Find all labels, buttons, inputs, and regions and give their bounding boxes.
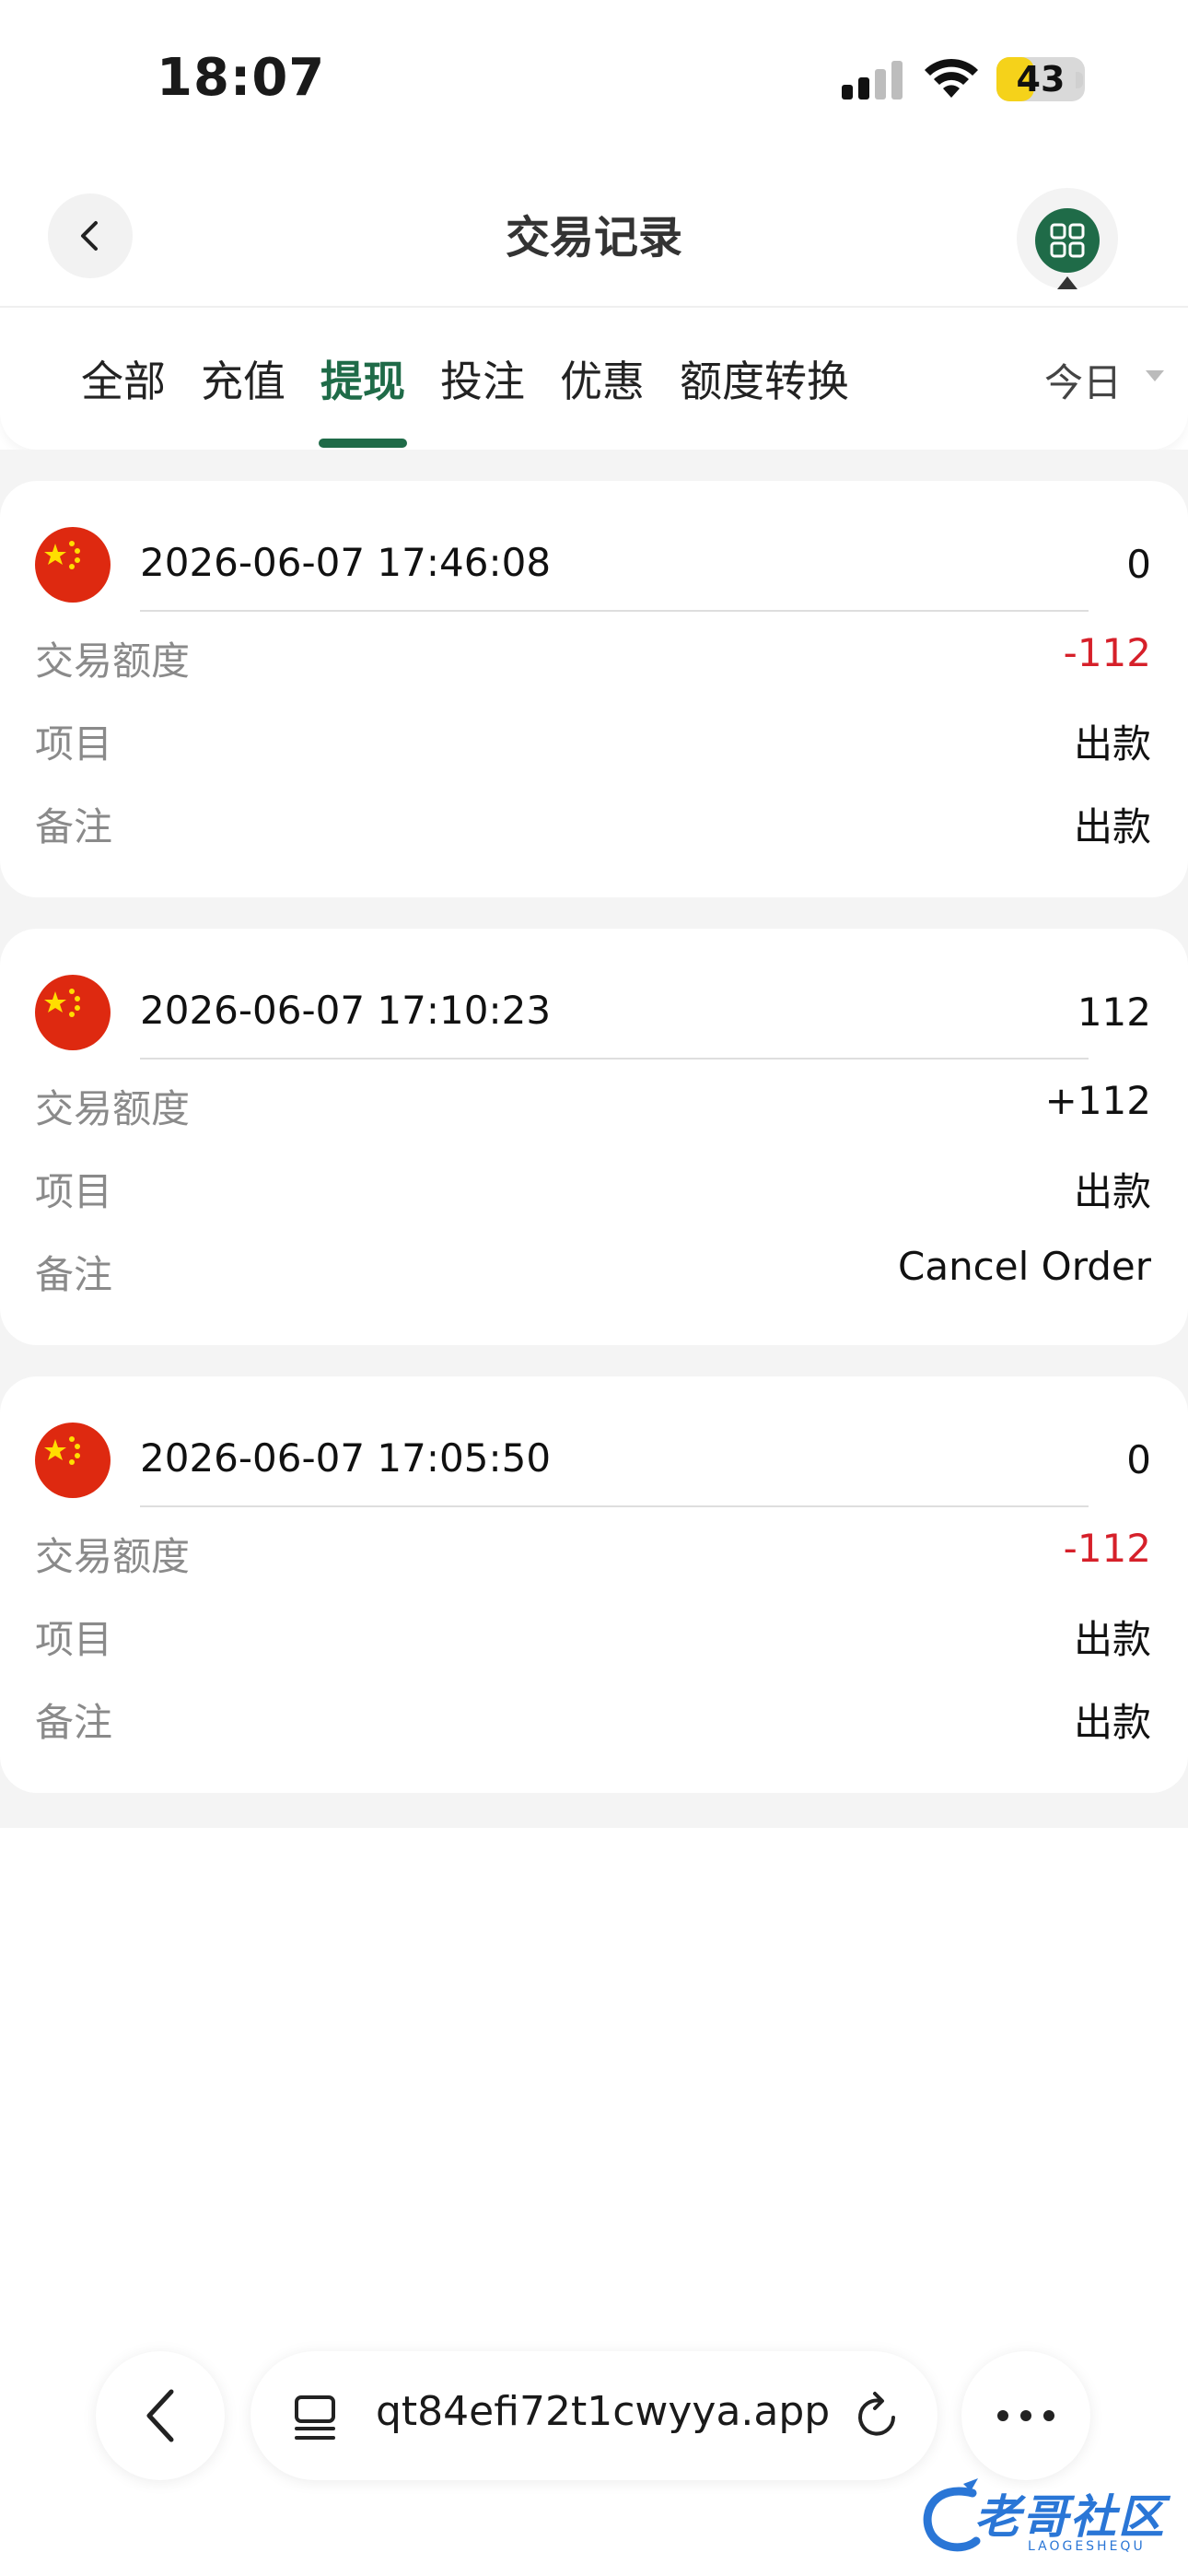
divider <box>140 1505 1089 1507</box>
wifi-icon <box>925 58 978 98</box>
grid-icon <box>1050 223 1085 258</box>
battery-cap <box>1076 72 1083 88</box>
status-time: 18:07 <box>157 48 326 108</box>
page-title: 交易记录 <box>505 212 682 263</box>
url-bar[interactable]: qt84efi72t1cwyya.app <box>250 2351 938 2480</box>
menu-button[interactable] <box>1017 188 1118 289</box>
more-icon <box>997 2410 1054 2421</box>
note-label: 备注 <box>35 804 113 849</box>
record-time: 2026-06-07 17:10:23 <box>140 988 552 1033</box>
amount-value: -112 <box>1063 1526 1151 1571</box>
amount-value: +112 <box>1044 1078 1151 1123</box>
item-label: 项目 <box>35 1169 113 1214</box>
reload-icon[interactable] <box>853 2390 904 2441</box>
record-card: 2026-06-07 17:46:08 0 交易额度 -112 项目 出款 备注… <box>0 481 1188 897</box>
divider <box>140 610 1089 612</box>
tabs-icon[interactable] <box>289 2392 341 2443</box>
note-value: 出款 <box>1073 1700 1151 1745</box>
record-balance: 112 <box>1077 989 1151 1035</box>
item-value: 出款 <box>1073 1617 1151 1662</box>
date-filter[interactable]: 今日 <box>1044 352 1122 408</box>
cellular-signal-icon <box>842 61 903 100</box>
item-label: 项目 <box>35 1617 113 1662</box>
record-list: 2026-06-07 17:46:08 0 交易额度 -112 项目 出款 备注… <box>0 450 1188 1828</box>
menu-circle <box>1035 208 1100 273</box>
tab-deposit[interactable]: 充值 <box>201 348 285 409</box>
amount-label: 交易额度 <box>35 1534 191 1579</box>
china-flag-icon <box>35 975 111 1050</box>
record-time: 2026-06-07 17:05:50 <box>140 1435 552 1481</box>
note-value: Cancel Order <box>898 1244 1151 1289</box>
record-balance: 0 <box>1126 1437 1151 1482</box>
chevron-down-icon[interactable] <box>1146 370 1164 381</box>
note-label: 备注 <box>35 1700 113 1745</box>
page-header: 交易记录 <box>0 157 1188 308</box>
watermark-subtext: LAOGESHEQU <box>1028 2539 1146 2554</box>
menu-caret-icon <box>1057 276 1077 289</box>
record-balance: 0 <box>1126 542 1151 587</box>
divider <box>140 1058 1089 1060</box>
tab-transfer[interactable]: 额度转换 <box>680 348 849 409</box>
amount-label: 交易额度 <box>35 1086 191 1131</box>
item-value: 出款 <box>1073 721 1151 767</box>
record-card: 2026-06-07 17:10:23 112 交易额度 +112 项目 出款 … <box>0 929 1188 1345</box>
watermark-logo: 老哥社区 LAOGESHEQU <box>917 2467 1179 2567</box>
battery-indicator: 43 <box>996 57 1085 101</box>
browser-back-button[interactable] <box>96 2351 225 2480</box>
note-label: 备注 <box>35 1252 113 1297</box>
dragon-logo-icon <box>923 2478 981 2552</box>
status-bar: 18:07 43 <box>0 0 1188 157</box>
tab-withdraw[interactable]: 提现 <box>320 348 405 409</box>
amount-value: -112 <box>1063 630 1151 675</box>
amount-label: 交易额度 <box>35 638 191 684</box>
app-screen: 18:07 43 交易记录 全部 充值 提现 投注 优惠 额度转换 今日 202… <box>0 0 1188 2576</box>
china-flag-icon <box>35 1423 111 1498</box>
item-label: 项目 <box>35 721 113 767</box>
more-button[interactable] <box>961 2351 1090 2480</box>
battery-level: 43 <box>1016 59 1066 100</box>
url-text[interactable]: qt84efi72t1cwyya.app <box>376 2388 830 2435</box>
watermark-text: 老哥社区 <box>974 2490 1166 2544</box>
record-time: 2026-06-07 17:46:08 <box>140 540 552 585</box>
item-value: 出款 <box>1073 1169 1151 1214</box>
active-tab-indicator <box>319 439 407 448</box>
note-value: 出款 <box>1073 804 1151 849</box>
chevron-left-icon <box>146 2389 174 2442</box>
tab-bar: 全部 充值 提现 投注 优惠 额度转换 今日 <box>0 310 1188 450</box>
tab-promotions[interactable]: 优惠 <box>560 348 645 409</box>
china-flag-icon <box>35 527 111 603</box>
tab-all[interactable]: 全部 <box>81 348 166 409</box>
record-card: 2026-06-07 17:05:50 0 交易额度 -112 项目 出款 备注… <box>0 1376 1188 1793</box>
tab-bets[interactable]: 投注 <box>440 348 525 409</box>
